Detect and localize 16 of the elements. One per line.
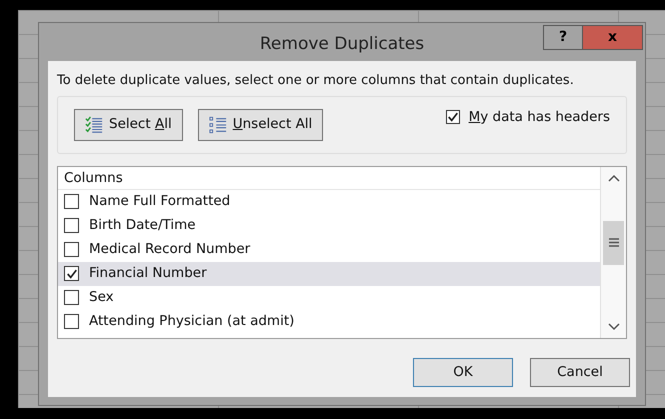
list-item[interactable]: Medical Record Number <box>58 238 600 262</box>
window-title: Remove Duplicates <box>260 33 424 56</box>
ok-button[interactable]: OK <box>413 358 513 386</box>
instruction-text: To delete duplicate values, select one or more columns that contain duplicates. <box>57 72 575 90</box>
checkbox-label: My data has headers <box>468 108 610 126</box>
cancel-button[interactable]: Cancel <box>530 358 630 386</box>
select-all-button[interactable]: Select All <box>74 108 183 140</box>
list-item[interactable]: Attending Physician (at admit) <box>58 310 600 334</box>
help-button[interactable]: ? <box>543 25 583 50</box>
column-header: Columns <box>64 169 123 188</box>
unselect-all-button[interactable]: Unselect All <box>198 108 324 140</box>
list-item[interactable]: Name Full Formatted <box>58 190 600 214</box>
list-item[interactable]: Sex <box>58 286 600 310</box>
list-item[interactable]: Birth Date/Time <box>58 214 600 238</box>
close-button[interactable]: x <box>583 25 643 50</box>
list-item[interactable]: Financial Number <box>58 262 600 286</box>
